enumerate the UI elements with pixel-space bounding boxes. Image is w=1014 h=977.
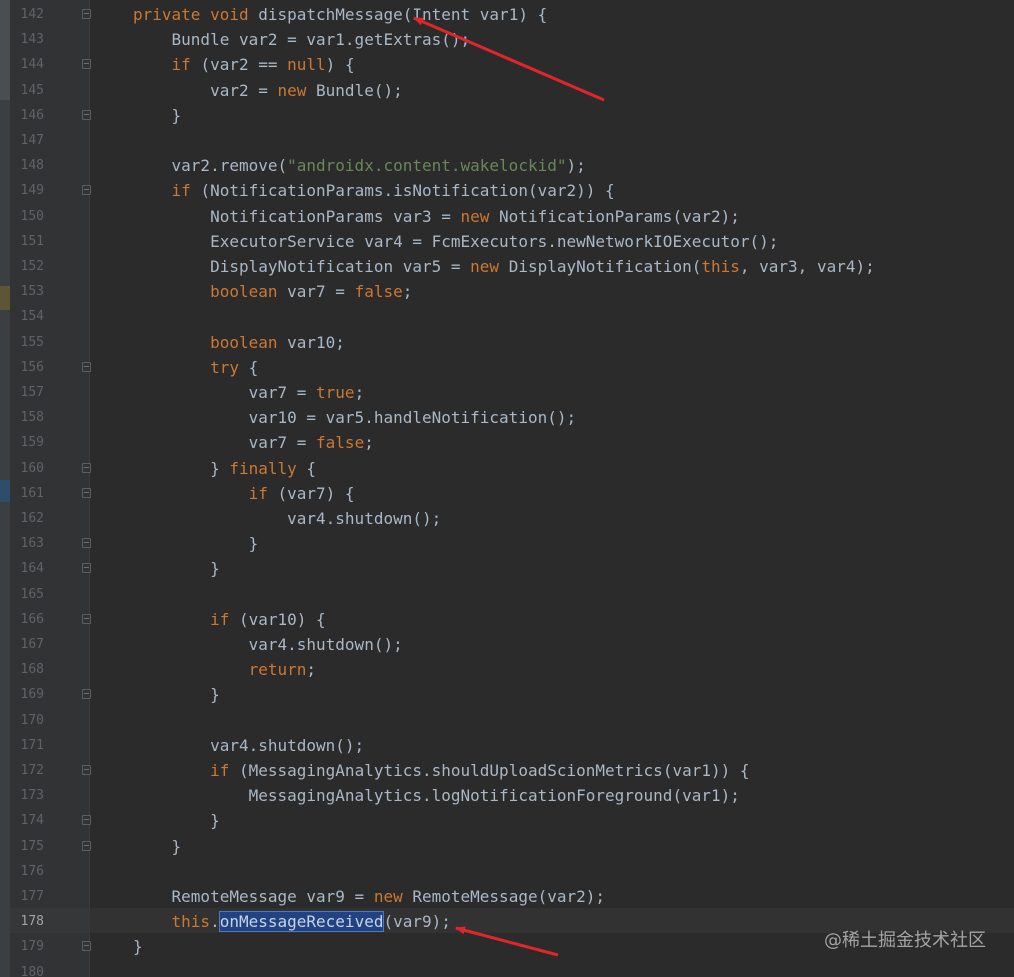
arrow-annotation-icon (413, 16, 605, 102)
arrow-annotation-icon (455, 926, 559, 957)
watermark: @稀土掘金技术社区 (824, 930, 986, 951)
code-editor[interactable]: 142 private void dispatchMessage(Intent v… (0, 0, 1014, 977)
annotation-arrows (413, 16, 605, 957)
